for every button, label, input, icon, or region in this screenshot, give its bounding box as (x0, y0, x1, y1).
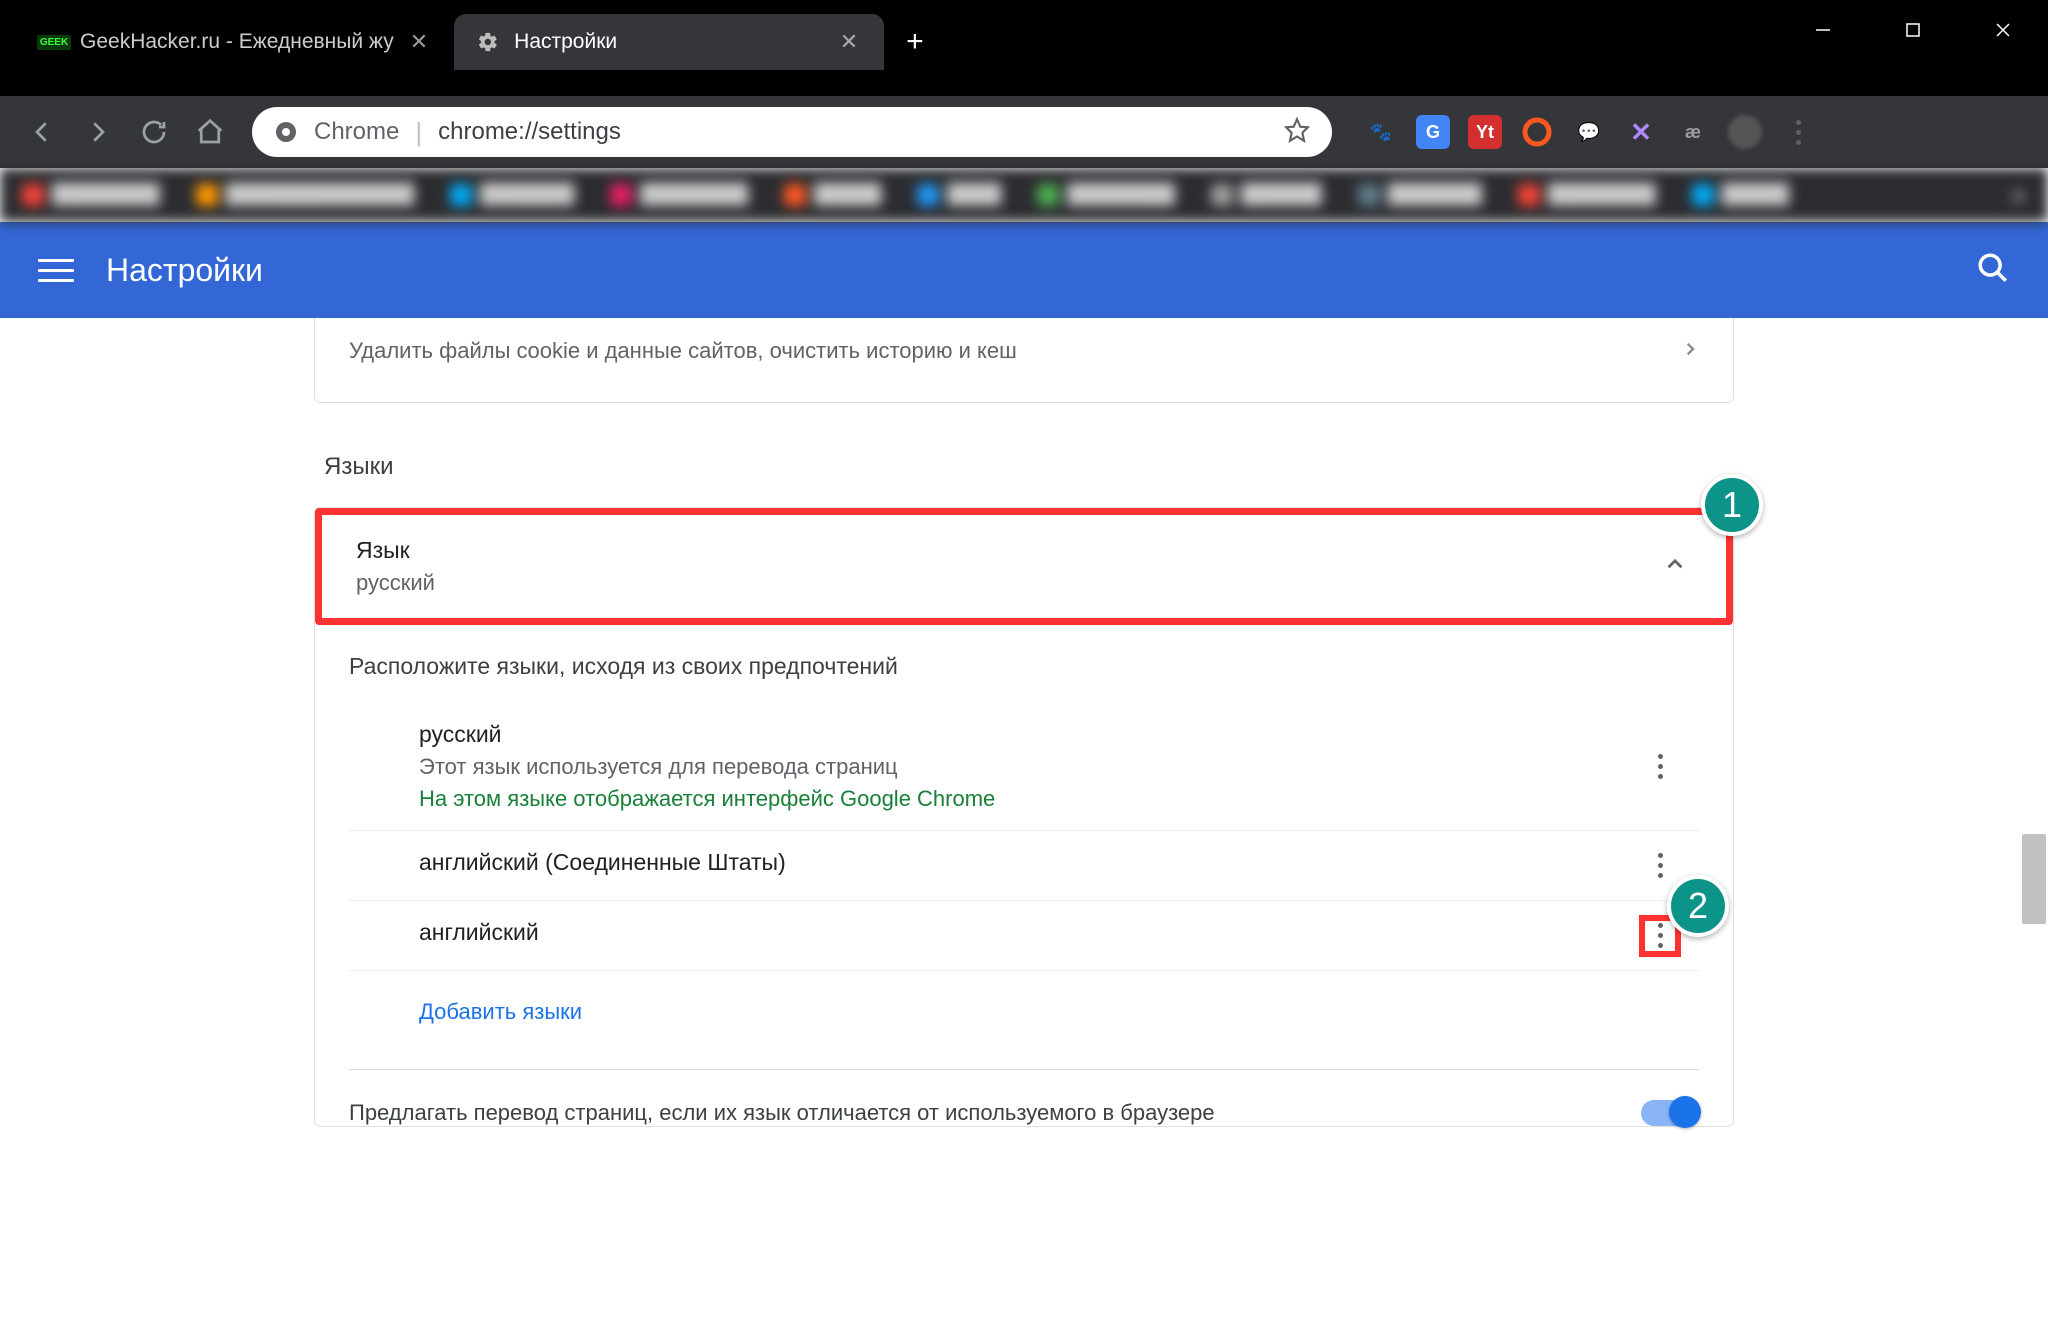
language-header-subtitle: русский (356, 570, 1692, 596)
language-list: Расположите языки, исходя из своих предп… (315, 625, 1733, 1069)
ext-ae-icon[interactable]: æ (1676, 115, 1710, 149)
tab-title: Настройки (514, 30, 824, 54)
profile-avatar[interactable] (1728, 115, 1762, 149)
tab-title: GeekHacker.ru - Ежедневный жу (80, 30, 394, 54)
section-languages-label: Языки (324, 453, 1734, 481)
window-maximize-button[interactable] (1868, 0, 1958, 60)
scrollbar-thumb[interactable] (2022, 834, 2046, 924)
new-tab-button[interactable]: + (884, 14, 946, 70)
translate-suggestion-label: Предлагать перевод страниц, если их язык… (349, 1100, 1215, 1126)
bookmark-item[interactable]: ████████ (610, 184, 748, 206)
bookmark-item[interactable]: ████████ (22, 184, 160, 206)
language-name: русский (419, 721, 1689, 748)
bookmarks-overflow-icon[interactable]: » (2010, 179, 2026, 211)
favicon-gear-icon (476, 30, 500, 54)
bookmark-item[interactable]: ███████ (450, 184, 574, 206)
ext-translate-icon[interactable]: G (1416, 115, 1450, 149)
chevron-up-icon (1664, 553, 1686, 580)
settings-header: Настройки (0, 222, 2048, 318)
nav-back-button[interactable] (18, 108, 66, 156)
settings-content-area: Удалить файлы cookie и данные сайтов, оч… (0, 318, 2048, 1321)
language-subtitle: Этот язык используется для перевода стра… (419, 754, 1689, 780)
bookmark-item[interactable]: █████ (1692, 184, 1789, 206)
bookmark-item[interactable]: ████████ (1037, 184, 1175, 206)
bookmark-star-icon[interactable] (1284, 117, 1310, 148)
tab-close-icon[interactable]: ✕ (840, 29, 858, 55)
browser-toolbar: Chrome | chrome://settings 🐾 G Yt 💬 ✕ æ (0, 96, 2048, 168)
ext-paw-icon[interactable]: 🐾 (1364, 115, 1398, 149)
translate-toggle[interactable] (1641, 1100, 1699, 1126)
settings-search-button[interactable] (1976, 251, 2010, 290)
bookmark-item[interactable]: ████████ (1518, 184, 1656, 206)
language-item-en: английский 2 (349, 900, 1699, 970)
ext-x-icon[interactable]: ✕ (1624, 115, 1658, 149)
ext-chat-icon[interactable]: 💬 (1572, 115, 1606, 149)
clear-data-card[interactable]: Удалить файлы cookie и данные сайтов, оч… (314, 318, 1734, 403)
browser-menu-button[interactable] (1780, 120, 1817, 145)
clear-data-subtitle: Удалить файлы cookie и данные сайтов, оч… (349, 338, 1017, 364)
chevron-right-icon (1681, 340, 1699, 363)
favicon-geek-icon: GEEK (42, 30, 66, 54)
window-controls (1778, 0, 2048, 60)
menu-hamburger-icon[interactable] (38, 252, 74, 288)
annotation-badge-1: 1 (1701, 474, 1763, 536)
ext-circle-icon[interactable] (1520, 115, 1554, 149)
language-name: английский (Соединенные Штаты) (419, 849, 1689, 876)
omnibox-url: chrome://settings (438, 118, 1284, 146)
bookmarks-bar: ████████ ██████████████ ███████ ████████… (0, 168, 2048, 222)
tab-strip: GEEK GeekHacker.ru - Ежедневный жу ✕ Нас… (0, 0, 946, 72)
bookmark-item[interactable]: ██████████████ (196, 184, 414, 206)
omnibox-scheme: Chrome (314, 118, 399, 146)
language-ui-note: На этом языке отображается интерфейс Goo… (419, 786, 1689, 812)
nav-home-button[interactable] (186, 108, 234, 156)
language-header-title: Язык (356, 537, 1692, 564)
add-language-button[interactable]: Добавить языки (349, 970, 1699, 1039)
window-minimize-button[interactable] (1778, 0, 1868, 60)
nav-reload-button[interactable] (130, 108, 178, 156)
translate-suggestion-row: Предлагать перевод страниц, если их язык… (315, 1070, 1733, 1126)
language-item-menu-button[interactable] (1639, 746, 1681, 788)
language-card: 1 Язык русский Расположите языки, исходя… (314, 507, 1734, 1127)
bookmark-item[interactable]: ███████ (1358, 184, 1482, 206)
bookmark-item[interactable]: █████ (784, 184, 881, 206)
bookmark-item[interactable]: ██████ (1211, 184, 1322, 206)
tab-settings[interactable]: Настройки ✕ (454, 14, 884, 70)
nav-forward-button[interactable] (74, 108, 122, 156)
bookmark-item[interactable]: ████ (917, 184, 1001, 206)
window-close-button[interactable] (1958, 0, 2048, 60)
address-bar[interactable]: Chrome | chrome://settings (252, 107, 1332, 157)
language-name: английский (419, 919, 1689, 946)
window-titlebar: GEEK GeekHacker.ru - Ежедневный жу ✕ Нас… (0, 0, 2048, 96)
tab-geekhacker[interactable]: GEEK GeekHacker.ru - Ежедневный жу ✕ (20, 14, 454, 70)
extensions-row: 🐾 G Yt 💬 ✕ æ (1364, 115, 1762, 149)
language-item-en-us: английский (Соединенные Штаты) (349, 830, 1699, 900)
language-header-row[interactable]: Язык русский (315, 508, 1733, 625)
tab-close-icon[interactable]: ✕ (410, 29, 428, 55)
page-title: Настройки (106, 252, 263, 289)
annotation-badge-2: 2 (1667, 875, 1729, 937)
ext-yt-icon[interactable]: Yt (1468, 115, 1502, 149)
language-item-russian: русский Этот язык используется для перев… (349, 702, 1699, 830)
language-instruction: Расположите языки, исходя из своих предп… (349, 653, 1699, 680)
site-info-icon[interactable] (274, 120, 298, 144)
